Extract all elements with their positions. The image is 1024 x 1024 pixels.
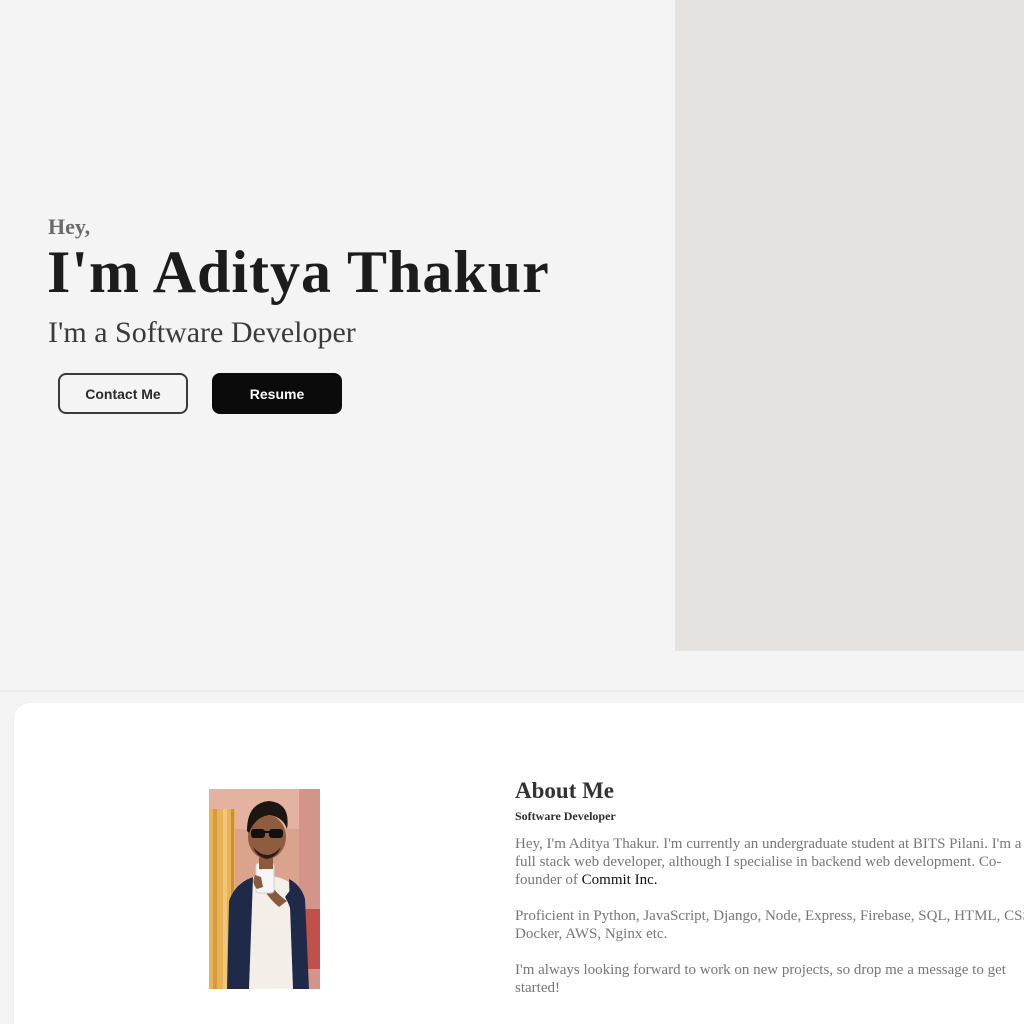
commit-inc-link[interactable]: Commit Inc.	[582, 872, 658, 888]
about-subtitle: Software Developer	[515, 809, 616, 823]
about-paragraph-intro: Hey, I'm Aditya Thakur. I'm currently an…	[515, 835, 1024, 889]
hero-image-panel	[675, 0, 1024, 651]
profile-photo	[209, 789, 320, 989]
resume-button[interactable]: Resume	[212, 373, 342, 414]
contact-me-button[interactable]: Contact Me	[58, 373, 188, 414]
hero-section: Hey, I'm Aditya Thakur I'm a Software De…	[0, 0, 1024, 690]
hero-name: I'm Aditya Thakur	[47, 239, 550, 305]
section-divider	[0, 690, 1024, 692]
about-paragraph-contact: I'm always looking forward to work on ne…	[515, 962, 1006, 996]
about-paragraph-skills: Proficient in Python, JavaScript, Django…	[515, 908, 1024, 942]
about-title: About Me	[515, 778, 615, 803]
hero-role: I'm a Software Developer	[48, 316, 356, 349]
